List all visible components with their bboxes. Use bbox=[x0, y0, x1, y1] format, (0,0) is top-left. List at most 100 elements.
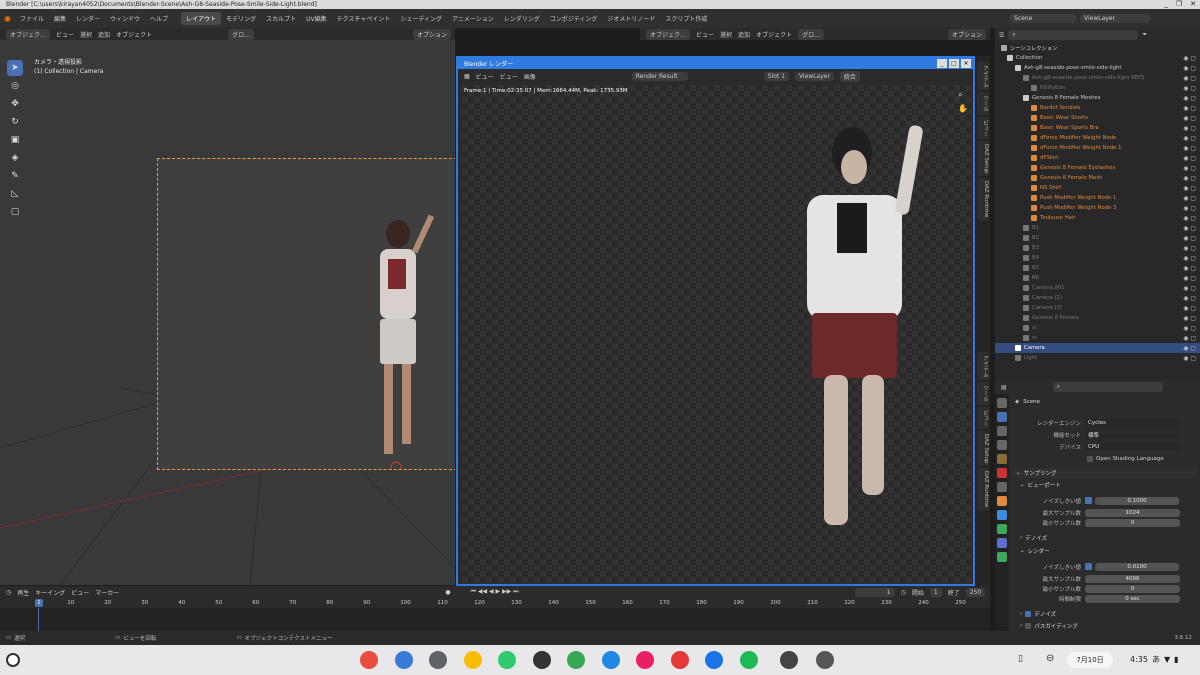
outliner-item[interactable]: Ash-g8-seaside-pose-smile-side-light REF… bbox=[995, 73, 1200, 83]
render-view-menu-2[interactable]: ビュー bbox=[500, 72, 518, 81]
workspace-tab-3[interactable]: UV編集 bbox=[301, 12, 332, 25]
visibility-eye-icon[interactable]: ◉ ▢ bbox=[1183, 55, 1196, 62]
visibility-eye-icon[interactable]: ◉ ▢ bbox=[1183, 255, 1196, 262]
render-image-menu[interactable]: 画像 bbox=[524, 72, 536, 81]
scene-selector[interactable]: Scene bbox=[1010, 14, 1076, 23]
outliner-item[interactable]: Ash-g8-seaside-pose-smile-side-light ◉ ▢ bbox=[995, 63, 1200, 73]
render-subsection[interactable]: ⌄ レンダー bbox=[1017, 546, 1050, 556]
chrome-icon[interactable] bbox=[360, 651, 378, 669]
scene-collection-row[interactable]: シーンコレクション bbox=[995, 43, 1200, 53]
sidebar-tab-side_tabs_lower-1[interactable]: ツール bbox=[977, 382, 989, 405]
visibility-eye-icon[interactable]: ◉ ▢ bbox=[1183, 335, 1196, 342]
sidebar-tab-side_tabs-4[interactable]: DAZ Runtime bbox=[977, 178, 989, 221]
sidebar-tab-side_tabs_lower-2[interactable]: ビュー bbox=[977, 406, 989, 429]
visibility-eye-icon[interactable]: ◉ ▢ bbox=[1183, 285, 1196, 292]
menu-2[interactable]: レンダー bbox=[71, 14, 105, 23]
workspace-tab-10[interactable]: スクリプト作成 bbox=[660, 12, 712, 25]
minimize-button[interactable]: _ bbox=[1164, 0, 1168, 8]
outliner-item[interactable]: NSillution ◉ ▢ bbox=[995, 83, 1200, 93]
visibility-eye-icon[interactable]: ◉ ▢ bbox=[1183, 315, 1196, 322]
path-guiding-subsection[interactable]: › パスガイディング bbox=[1017, 621, 1078, 631]
sidebar-tab-side_tabs_lower-3[interactable]: DAZ Setup bbox=[977, 431, 989, 467]
outliner-item[interactable]: Genesis 8 Female Mesh ◉ ▢ bbox=[995, 173, 1200, 183]
right-object-mode-dropdown[interactable]: オブジェク… bbox=[646, 28, 691, 40]
visibility-eye-icon[interactable]: ◉ ▢ bbox=[1183, 165, 1196, 172]
close-button[interactable]: ✕ bbox=[1190, 0, 1196, 8]
workspace-tab-8[interactable]: コンポジティング bbox=[545, 12, 603, 25]
scene-tab-icon[interactable] bbox=[997, 454, 1007, 464]
r-noise-threshold-field[interactable]: 0.0100 bbox=[1095, 562, 1179, 571]
3d-viewport[interactable]: オブジェク… ビュー 選択 追加 オブジェクト グロ… オプション カメラ・透視… bbox=[0, 28, 455, 585]
menu-3[interactable]: ウィンドウ bbox=[105, 14, 145, 23]
visibility-eye-icon[interactable]: ◉ ▢ bbox=[1183, 105, 1196, 112]
device-dropdown[interactable]: CPU bbox=[1085, 442, 1180, 451]
visibility-eye-icon[interactable]: ◉ ▢ bbox=[1183, 145, 1196, 152]
settings-icon[interactable] bbox=[429, 651, 447, 669]
outliner-item[interactable]: Genesis 8 Female Eyelashes ◉ ▢ bbox=[995, 163, 1200, 173]
osl-row[interactable]: Open Shading Language bbox=[1087, 453, 1164, 464]
visibility-eye-icon[interactable]: ◉ ▢ bbox=[1183, 245, 1196, 252]
right-add-menu[interactable]: 追加 bbox=[738, 30, 750, 39]
timeline-ruler[interactable]: 1102030405060708090100110120130140150160… bbox=[0, 598, 990, 608]
right-object-menu[interactable]: オブジェクト bbox=[756, 30, 792, 39]
sidebar-tab-side_tabs-3[interactable]: DAZ Setup bbox=[977, 141, 989, 177]
world-tab-icon[interactable] bbox=[997, 468, 1007, 478]
workspace-tab-4[interactable]: テクスチャペイント bbox=[332, 12, 396, 25]
render-view-menu-1[interactable]: ビュー bbox=[476, 72, 494, 81]
menu-4[interactable]: ヘルプ bbox=[145, 14, 173, 23]
launcher-icon[interactable] bbox=[6, 653, 20, 667]
outliner-item[interactable]: Genesis 8 Female ◉ ▢ bbox=[995, 313, 1200, 323]
render-close-button[interactable]: ✕ bbox=[961, 59, 971, 68]
viewlayer-dropdown[interactable]: ViewLayer bbox=[794, 71, 834, 81]
penguin-2-icon[interactable] bbox=[816, 651, 834, 669]
outliner-item[interactable]: Basic Wear Shorts ◉ ▢ bbox=[995, 113, 1200, 123]
menu-1[interactable]: 編集 bbox=[49, 14, 71, 23]
outliner-item[interactable]: sl ◉ ▢ bbox=[995, 323, 1200, 333]
pan-hand-icon[interactable]: ✋ bbox=[958, 104, 968, 113]
date-pill[interactable]: 7月10日 bbox=[1067, 652, 1113, 668]
visibility-eye-icon[interactable]: ◉ ▢ bbox=[1183, 195, 1196, 202]
visibility-eye-icon[interactable]: ◉ ▢ bbox=[1183, 325, 1196, 332]
visibility-eye-icon[interactable]: ◉ ▢ bbox=[1183, 175, 1196, 182]
visibility-eye-icon[interactable]: ◉ ▢ bbox=[1183, 355, 1196, 362]
workspace-tab-6[interactable]: アニメーション bbox=[447, 12, 499, 25]
vp-max-samples-field[interactable]: 1024 bbox=[1085, 508, 1180, 517]
terminal-icon[interactable] bbox=[532, 651, 551, 669]
visibility-eye-icon[interactable]: ◉ ▢ bbox=[1183, 65, 1196, 72]
render-result-canvas[interactable] bbox=[462, 85, 973, 584]
play-store-icon[interactable] bbox=[567, 651, 585, 669]
playhead[interactable]: 1 bbox=[35, 599, 43, 607]
visibility-eye-icon[interactable]: ◉ ▢ bbox=[1183, 275, 1196, 282]
menu-0[interactable]: ファイル bbox=[15, 14, 49, 23]
workspace-tab-1[interactable]: モデリング bbox=[221, 12, 261, 25]
visibility-eye-icon[interactable]: ◉ ▢ bbox=[1183, 205, 1196, 212]
system-tray[interactable]: 4:35 あ ▼ ▮ bbox=[1130, 654, 1179, 665]
outliner-item[interactable]: B4 ◉ ▢ bbox=[995, 253, 1200, 263]
outliner-item[interactable]: sr ◉ ▢ bbox=[995, 333, 1200, 343]
outliner-item[interactable]: Bardot Sendals ◉ ▢ bbox=[995, 103, 1200, 113]
visibility-eye-icon[interactable]: ◉ ▢ bbox=[1183, 305, 1196, 312]
marker-menu[interactable]: マーカー bbox=[95, 588, 119, 597]
app-pink-icon[interactable] bbox=[636, 651, 654, 669]
outliner-item[interactable]: NS Shirt ◉ ▢ bbox=[995, 183, 1200, 193]
visibility-eye-icon[interactable]: ◉ ▢ bbox=[1183, 115, 1196, 122]
outliner-item[interactable]: B6 ◉ ▢ bbox=[995, 273, 1200, 283]
outliner-item[interactable]: dFSkirt ◉ ▢ bbox=[995, 153, 1200, 163]
do-not-disturb-icon[interactable]: ⊖ bbox=[1046, 653, 1054, 664]
phone-hub-icon[interactable]: ▯ bbox=[1018, 654, 1023, 664]
render-maximize-button[interactable]: □ bbox=[949, 59, 959, 68]
feature-set-dropdown[interactable]: 標準 bbox=[1085, 430, 1180, 439]
visibility-eye-icon[interactable]: ◉ ▢ bbox=[1183, 85, 1196, 92]
record-button[interactable]: ● bbox=[445, 589, 450, 596]
path-guiding-checkbox[interactable] bbox=[1025, 623, 1032, 629]
outliner-item[interactable]: B3 ◉ ▢ bbox=[995, 243, 1200, 253]
keying-menu[interactable]: キーイング bbox=[35, 588, 65, 597]
workspace-tab-9[interactable]: ジオメトリノード bbox=[602, 12, 660, 25]
files-icon[interactable] bbox=[394, 651, 413, 669]
maximize-button[interactable]: ❐ bbox=[1176, 0, 1182, 8]
right-view-menu[interactable]: ビュー bbox=[696, 30, 714, 39]
right-transform-dropdown[interactable]: グロ… bbox=[798, 28, 825, 40]
timeline[interactable]: ◷ 再生 キーイング ビュー マーカー ● ⏮ ◀◀ ◀ ▶ ▶▶ ⏭ 1 ◷ … bbox=[0, 586, 990, 631]
outliner-item[interactable]: B5 ◉ ▢ bbox=[995, 263, 1200, 273]
zoom-icon[interactable]: ⌕ bbox=[958, 90, 962, 100]
